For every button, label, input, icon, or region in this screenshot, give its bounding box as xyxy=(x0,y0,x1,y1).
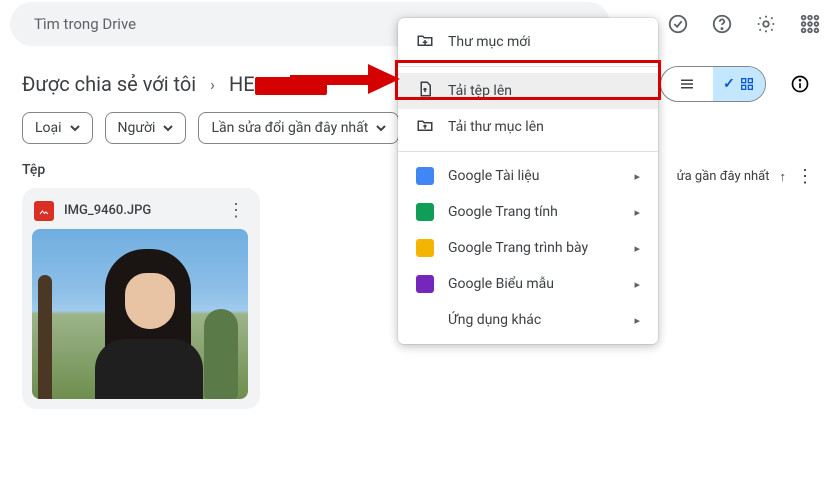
chevron-right-icon: ▸ xyxy=(634,206,640,219)
redacted-block xyxy=(255,77,327,95)
menu-upload-folder[interactable]: Tải thư mục lên xyxy=(398,109,658,145)
menu-google-forms[interactable]: Google Biểu mẫu▸ xyxy=(398,266,658,302)
help-icon[interactable] xyxy=(702,4,742,44)
settings-gear-icon[interactable] xyxy=(746,4,786,44)
menu-google-docs[interactable]: Google Tài liệu▸ xyxy=(398,158,658,194)
view-toggle: ✓ xyxy=(660,66,766,102)
folder-plus-icon xyxy=(416,31,434,53)
chevron-right-icon: ▸ xyxy=(634,278,640,291)
top-icons xyxy=(658,4,830,44)
chevron-right-icon: ▸ xyxy=(634,314,640,327)
filter-people-chip[interactable]: Người xyxy=(105,112,187,144)
file-thumbnail xyxy=(32,229,248,399)
file-card-header: IMG_9460.JPG ⋮ xyxy=(32,198,250,229)
chevron-right-icon: ▸ xyxy=(634,170,640,183)
info-icon[interactable] xyxy=(782,66,818,102)
chevron-right-icon: ▸ xyxy=(634,242,640,255)
menu-more-apps[interactable]: Ứng dụng khác▸ xyxy=(398,302,658,338)
menu-separator xyxy=(398,66,658,67)
file-upload-icon xyxy=(416,80,434,102)
arrow-up-icon: ↑ xyxy=(780,169,787,185)
file-more-icon[interactable]: ⋮ xyxy=(224,200,248,221)
breadcrumb-folder[interactable]: HE xyxy=(229,72,327,96)
apps-grid-icon[interactable] xyxy=(790,4,830,44)
folder-upload-icon xyxy=(416,116,434,138)
google-slides-icon xyxy=(416,239,434,257)
filter-type-chip[interactable]: Loại xyxy=(22,112,93,144)
google-docs-icon xyxy=(416,167,434,185)
menu-separator xyxy=(398,151,658,152)
sort-indicator[interactable]: ửa gần đây nhất ↑ ⋮ xyxy=(677,166,814,187)
chevron-right-icon: › xyxy=(206,75,219,94)
menu-new-folder[interactable]: Thư mục mới xyxy=(398,24,658,60)
breadcrumb-root[interactable]: Được chia sẻ với tôi xyxy=(22,72,196,96)
new-context-menu: Thư mục mới Tải tệp lên Tải thư mục lên … xyxy=(398,18,658,344)
menu-google-slides[interactable]: Google Trang trình bày▸ xyxy=(398,230,658,266)
file-card[interactable]: IMG_9460.JPG ⋮ xyxy=(22,188,260,409)
file-name: IMG_9460.JPG xyxy=(64,203,214,218)
menu-upload-file[interactable]: Tải tệp lên xyxy=(398,73,658,109)
google-forms-icon xyxy=(416,275,434,293)
view-list-button[interactable] xyxy=(661,67,713,101)
ready-offline-icon[interactable] xyxy=(658,4,698,44)
file-type-image-icon xyxy=(34,201,54,221)
search-placeholder: Tìm trong Drive xyxy=(34,15,136,33)
filter-modified-chip[interactable]: Lần sửa đổi gần đây nhất xyxy=(198,112,399,144)
view-grid-button[interactable]: ✓ xyxy=(713,67,765,101)
more-menu-icon[interactable]: ⋮ xyxy=(796,166,814,187)
menu-google-sheets[interactable]: Google Trang tính▸ xyxy=(398,194,658,230)
google-sheets-icon xyxy=(416,203,434,221)
